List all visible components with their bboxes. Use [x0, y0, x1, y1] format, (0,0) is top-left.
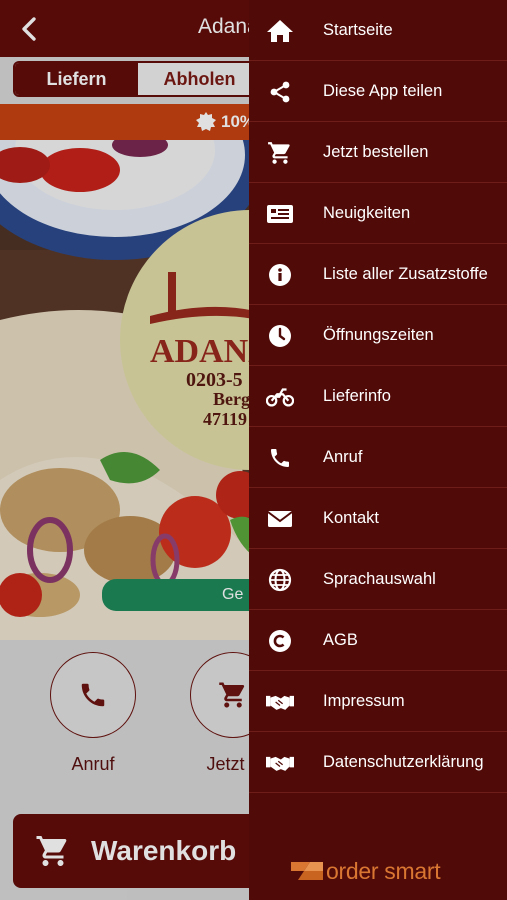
- badge-icon: [196, 112, 216, 131]
- menu-item-order[interactable]: Jetzt bestellen: [249, 122, 507, 183]
- menu-item-terms[interactable]: AGB: [249, 610, 507, 671]
- cart-button-label: Warenkorb: [91, 835, 237, 866]
- globe-icon: [266, 566, 294, 594]
- brand-text: order smart: [326, 857, 441, 884]
- menu-item-label: Sprachauswahl: [323, 570, 436, 588]
- order-mode-toggle: Liefern Abholen: [13, 61, 263, 97]
- menu-item-label: Startseite: [323, 21, 393, 39]
- motorcycle-icon: [266, 383, 294, 411]
- pickup-tab[interactable]: Abholen: [138, 63, 261, 95]
- menu-item-label: Impressum: [323, 692, 405, 710]
- menu-item-call[interactable]: Anruf: [249, 427, 507, 488]
- menu-item-privacy[interactable]: Datenschutzerklärung: [249, 732, 507, 793]
- logo-phone: 0203-5: [186, 369, 243, 391]
- menu-item-imprint[interactable]: Impressum: [249, 671, 507, 732]
- menu-item-label: Liste aller Zusatzstoffe: [323, 265, 488, 283]
- call-action-circle: [50, 652, 136, 738]
- menu-item-startseite[interactable]: Startseite: [249, 0, 507, 61]
- phone-icon: [81, 683, 105, 707]
- clock-icon: [266, 322, 294, 350]
- back-button[interactable]: [14, 14, 44, 44]
- handshake-icon: [266, 749, 294, 777]
- menu-item-label: Öffnungszeiten: [323, 326, 434, 344]
- menu-item-label: AGB: [323, 631, 358, 649]
- chevron-left-icon: [22, 17, 36, 41]
- side-drawer: Startseite Diese App teilen Jetzt bestel…: [249, 0, 507, 900]
- delivery-tab[interactable]: Liefern: [15, 63, 138, 95]
- menu-item-label: Jetzt bestellen: [323, 143, 429, 161]
- home-icon: [266, 17, 294, 45]
- menu-item-label: Kontakt: [323, 509, 379, 527]
- menu-item-news[interactable]: Neuigkeiten: [249, 183, 507, 244]
- order-smart-brand: order smart: [290, 856, 441, 886]
- menu-item-contact[interactable]: Kontakt: [249, 488, 507, 549]
- menu-item-language[interactable]: Sprachauswahl: [249, 549, 507, 610]
- menu-item-delivery-info[interactable]: Lieferinfo: [249, 366, 507, 427]
- info-icon: [266, 261, 294, 289]
- menu-item-label: Lieferinfo: [323, 387, 391, 405]
- handshake-icon: [266, 688, 294, 716]
- copyright-icon: [266, 627, 294, 655]
- logo-street: Berg: [213, 389, 250, 409]
- cart-button-icon-wrap: [31, 829, 75, 873]
- menu-item-label: Datenschutzerklärung: [323, 753, 484, 771]
- phone-icon: [266, 444, 294, 472]
- cart-icon: [36, 836, 67, 866]
- share-icon: [266, 78, 294, 106]
- call-action-label: Anruf: [71, 754, 115, 774]
- menu-item-share[interactable]: Diese App teilen: [249, 61, 507, 122]
- news-icon: [266, 200, 294, 228]
- menu-item-hours[interactable]: Öffnungszeiten: [249, 305, 507, 366]
- envelope-icon: [266, 505, 294, 533]
- menu-item-label: Neuigkeiten: [323, 204, 411, 222]
- menu-item-label: Diese App teilen: [323, 82, 443, 100]
- hero-cta-label: Ge: [222, 586, 244, 603]
- call-action[interactable]: Anruf: [50, 652, 136, 775]
- cart-icon: [219, 682, 245, 708]
- logo-zip: 47119: [203, 409, 247, 429]
- order-smart-logo: [291, 862, 323, 880]
- cart-icon: [266, 139, 294, 167]
- menu-item-label: Anruf: [323, 448, 363, 466]
- menu-item-additives[interactable]: Liste aller Zusatzstoffe: [249, 244, 507, 305]
